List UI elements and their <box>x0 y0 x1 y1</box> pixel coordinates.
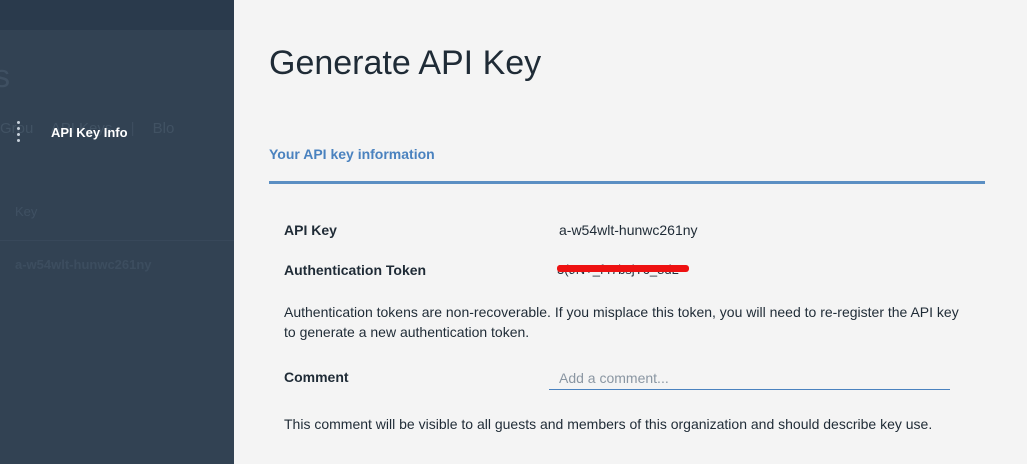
comment-input[interactable] <box>549 366 950 390</box>
flyout-nav-label: API Key Info <box>51 125 128 140</box>
backdrop-overlay[interactable] <box>0 0 234 464</box>
api-key-label: API Key <box>284 222 337 238</box>
auth-token-label: Authentication Token <box>284 262 427 278</box>
comment-visibility-note: This comment will be visible to all gues… <box>284 416 933 432</box>
api-key-value: a-w54wlt-hunwc261ny <box>559 222 698 238</box>
redaction-mark <box>557 265 689 272</box>
section-title: Your API key information <box>269 146 435 162</box>
vertical-dots-icon <box>14 121 22 143</box>
token-recovery-note: Authentication tokens are non-recoverabl… <box>284 304 959 340</box>
comment-label: Comment <box>284 369 349 385</box>
generate-api-key-panel: Generate API Key Your API key informatio… <box>234 0 1027 464</box>
flyout-nav-item-api-key-info[interactable]: API Key Info <box>0 112 234 152</box>
panel-title: Generate API Key <box>269 44 542 82</box>
section-divider <box>269 181 985 184</box>
